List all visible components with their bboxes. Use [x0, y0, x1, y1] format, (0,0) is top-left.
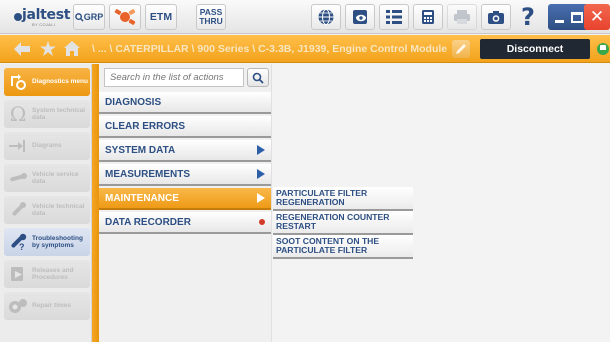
- maintenance-submenu: PARTICULATE FILTER REGENERATION REGENERAT…: [273, 187, 413, 259]
- submenu-soot-content[interactable]: SOOT CONTENT ON THE PARTICULATE FILTER: [273, 235, 413, 259]
- chevron-right-icon: [257, 193, 265, 203]
- list-button[interactable]: [379, 4, 409, 30]
- action-label: MAINTENANCE: [105, 192, 179, 204]
- star-icon[interactable]: [40, 41, 56, 56]
- breadcrumb-path: \ ... \ CATERPILLAR \ 900 Series \ C-3.3…: [92, 43, 448, 55]
- maximize-icon: [571, 11, 583, 23]
- action-list-panel: DIAGNOSIS CLEAR ERRORS SYSTEM DATA MEASU…: [99, 64, 272, 342]
- sidebar-item-releases-procedures[interactable]: Releases and Procedures: [4, 260, 90, 288]
- action-label: DATA RECORDER: [105, 216, 191, 228]
- question-mark-icon: ?: [521, 3, 535, 31]
- action-maintenance[interactable]: MAINTENANCE: [99, 188, 271, 210]
- action-label: SYSTEM DATA: [105, 144, 176, 156]
- tools-icon: [7, 199, 29, 221]
- close-icon: ✕: [589, 7, 605, 27]
- diagram-icon: [7, 135, 29, 157]
- grp-button[interactable]: GRP: [73, 4, 105, 30]
- eye-document-icon: [353, 10, 367, 24]
- sidebar-item-system-technical-data[interactable]: Ω System technical data: [4, 100, 90, 128]
- repair-times-icon: [7, 295, 29, 317]
- sidebar-item-diagrams[interactable]: Diagrams: [4, 132, 90, 160]
- sidebar-item-label: Releases and Procedures: [32, 266, 74, 282]
- etm-button[interactable]: ETM: [145, 4, 177, 30]
- etm-label: ETM: [149, 10, 173, 23]
- logo-tagline: BY COJALI: [32, 22, 56, 27]
- printer-icon: [454, 10, 470, 24]
- magnifier-icon: [74, 12, 84, 22]
- disconnect-button[interactable]: Disconnect: [480, 39, 590, 59]
- panel-separator: [92, 64, 99, 342]
- calculator-button[interactable]: [413, 4, 443, 30]
- close-button[interactable]: ✕: [584, 4, 610, 30]
- chevron-right-icon: [257, 169, 265, 179]
- submenu-regeneration-counter-restart[interactable]: REGENERATION COUNTER RESTART: [273, 211, 413, 235]
- submenu-label: PARTICULATE FILTER REGENERATION: [276, 187, 368, 207]
- view-button[interactable]: [345, 4, 375, 30]
- sidebar-item-troubleshooting[interactable]: ? Troubleshooting by symptoms: [4, 228, 90, 256]
- top-toolbar: jaltest BY COJALI GRP ETM PASS THRU ? ✕: [0, 0, 610, 34]
- logo-dot-icon: [14, 13, 22, 21]
- svg-text:?: ?: [19, 242, 25, 251]
- list-icon: [386, 10, 402, 24]
- search-icon: [252, 72, 264, 84]
- edit-button[interactable]: [452, 40, 470, 58]
- sidebar-item-vehicle-technical-data[interactable]: Vehicle technical data: [4, 196, 90, 224]
- action-diagnosis[interactable]: DIAGNOSIS: [99, 92, 271, 114]
- action-clear-errors[interactable]: CLEAR ERRORS: [99, 116, 271, 138]
- back-arrow-icon[interactable]: [14, 42, 30, 56]
- chevron-right-icon: [257, 145, 265, 155]
- connection-status-icon: [597, 43, 609, 55]
- sidebar-item-label: Vehicle service data: [32, 170, 79, 186]
- pass-thru-label: PASS THRU: [199, 7, 223, 26]
- action-label: DIAGNOSIS: [105, 96, 162, 108]
- print-button[interactable]: [447, 4, 477, 30]
- procedures-icon: [7, 263, 29, 285]
- sidebar-item-label: Vehicle technical data: [32, 202, 85, 218]
- screenshot-button[interactable]: [481, 4, 511, 30]
- sidebar-item-repair-times[interactable]: Repair times: [4, 292, 90, 320]
- connector-button[interactable]: [109, 4, 141, 30]
- connector-icon: [114, 9, 136, 25]
- home-icon[interactable]: [64, 41, 80, 56]
- omega-icon: Ω: [9, 102, 27, 126]
- jaltest-logo: jaltest BY COJALI: [12, 5, 71, 29]
- wrench-icon: [7, 167, 29, 189]
- sidebar-item-label: Repair times: [32, 302, 72, 310]
- submenu-particulate-filter-regeneration[interactable]: PARTICULATE FILTER REGENERATION: [273, 187, 413, 211]
- calculator-icon: [422, 10, 434, 24]
- path-bar: \ ... \ CATERPILLAR \ 900 Series \ C-3.3…: [0, 35, 610, 63]
- search-button[interactable]: [247, 68, 269, 87]
- help-button[interactable]: ?: [515, 3, 541, 31]
- record-dot-icon: [259, 219, 265, 225]
- submenu-label: SOOT CONTENT ON THE PARTICULATE FILTER: [276, 235, 380, 255]
- sidebar-item-label: Troubleshooting by symptoms: [32, 234, 83, 250]
- search-actions-input[interactable]: [104, 68, 244, 87]
- grp-label: GRP: [83, 11, 104, 22]
- action-measurements[interactable]: MEASUREMENTS: [99, 164, 271, 186]
- action-label: MEASUREMENTS: [105, 168, 191, 180]
- sidebar-item-label: Diagnostics menu: [32, 78, 88, 86]
- action-data-recorder[interactable]: DATA RECORDER: [99, 212, 271, 234]
- pencil-icon: [456, 44, 466, 54]
- globe-icon: [318, 9, 334, 25]
- sidebar-item-vehicle-service-data[interactable]: Vehicle service data: [4, 164, 90, 192]
- left-navigation: Diagnostics menu Ω System technical data…: [0, 64, 92, 342]
- sidebar-item-label: System technical data: [32, 106, 86, 122]
- camera-icon: [488, 11, 504, 24]
- sidebar-item-diagnostics-menu[interactable]: Diagnostics menu: [4, 68, 90, 96]
- diagnostics-icon: [7, 71, 29, 93]
- action-label: CLEAR ERRORS: [105, 120, 186, 132]
- pass-thru-button[interactable]: PASS THRU: [196, 4, 226, 30]
- action-system-data[interactable]: SYSTEM DATA: [99, 140, 271, 162]
- submenu-label: REGENERATION COUNTER RESTART: [276, 211, 390, 231]
- sidebar-item-label: Diagrams: [32, 142, 62, 150]
- web-button[interactable]: [311, 4, 341, 30]
- troubleshooting-icon: ?: [7, 231, 29, 253]
- logo-wordmark: jaltest: [22, 7, 71, 23]
